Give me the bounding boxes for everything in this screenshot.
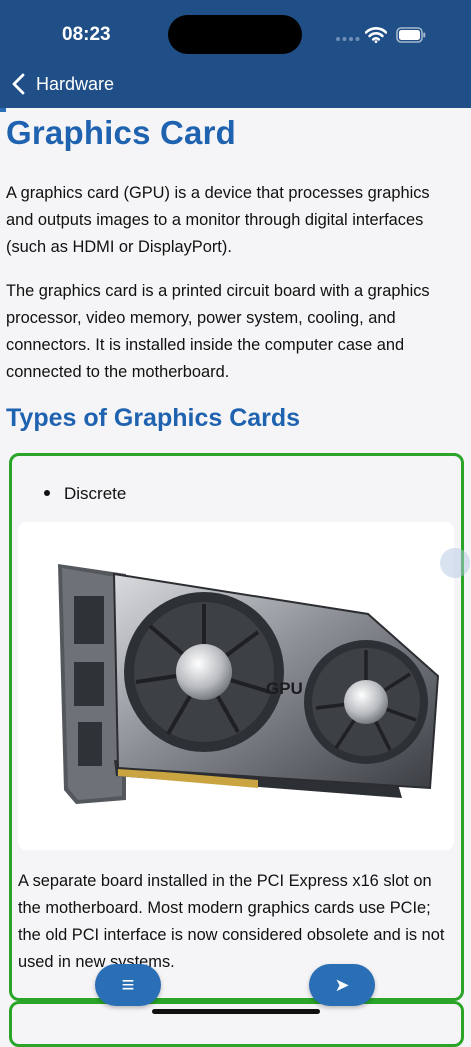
gpu-image: GPU <box>18 522 454 850</box>
card-discrete: Discrete GPU A separate board installed … <box>9 453 464 1001</box>
wifi-icon <box>365 27 387 43</box>
section-title: Types of Graphics Cards <box>6 404 301 432</box>
intro-paragraph: A graphics card (GPU) is a device that p… <box>6 184 430 256</box>
chevron-left-icon <box>12 73 25 95</box>
gpu-logo-text: GPU <box>266 679 303 698</box>
menu-button[interactable]: ≡ <box>95 964 161 1006</box>
dynamic-island <box>168 15 302 54</box>
page-title: Graphics Card <box>6 114 237 151</box>
scroll-indicator <box>440 548 470 578</box>
card-next <box>9 1001 464 1047</box>
home-indicator <box>152 1009 320 1014</box>
back-label: Hardware <box>36 73 115 94</box>
bullet-dot <box>44 489 50 496</box>
gpu-illustration: GPU <box>58 564 440 804</box>
accent-strip <box>0 108 6 112</box>
card-description: A separate board installed in the PCI Ex… <box>18 872 445 971</box>
top-bar: 08:23 Hardware <box>0 0 471 108</box>
bullet-text: Discrete <box>64 484 127 503</box>
menu-icon: ≡ <box>121 972 135 997</box>
back-button[interactable]: Hardware <box>10 66 114 102</box>
next-button[interactable]: ➤ <box>309 964 375 1006</box>
battery-icon <box>396 27 426 43</box>
list-item: Discrete <box>44 484 126 504</box>
description-paragraph: The graphics card is a printed circuit b… <box>6 282 430 381</box>
send-arrow-icon: ➤ <box>334 974 350 995</box>
cellular-signal-icon <box>336 37 360 41</box>
status-time: 08:23 <box>62 24 111 45</box>
